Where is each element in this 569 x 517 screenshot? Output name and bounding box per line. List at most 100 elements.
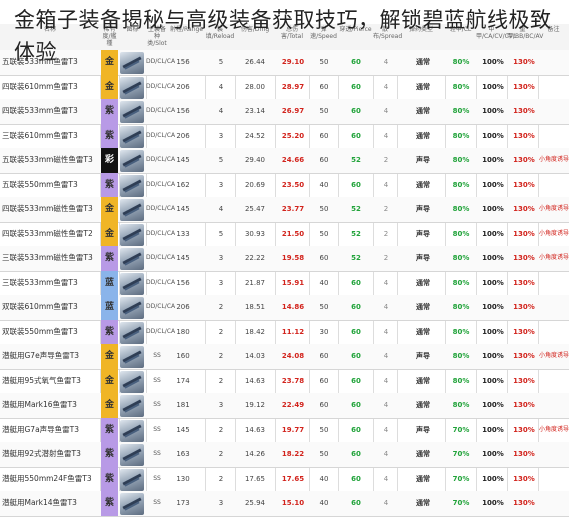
heavy-armor-mod: 130% <box>513 107 535 115</box>
range-value: 130 <box>176 474 190 483</box>
table-row[interactable]: 四联装533mm磁性鱼雷T2 金 DD/CL/CA 133 5 30.93 21.50 50 5… <box>0 221 569 247</box>
equipment-name: 潜艇用Mark16鱼雷T3 <box>2 400 77 409</box>
ammo-type: 通常 <box>416 303 430 311</box>
reload-value: 2 <box>218 425 224 434</box>
speed-value: 50 <box>319 450 329 458</box>
table-row[interactable]: 双联装550mm鱼雷T3 紫 DD/CL/CA 180 2 18.42 11.12 30 60 4… <box>0 319 569 345</box>
heavy-armor-mod: 130% <box>513 450 535 458</box>
speed-value: 40 <box>319 474 329 483</box>
light-armor-mod: 80% <box>452 131 470 140</box>
range-value: 180 <box>176 327 190 336</box>
damage-value: 22.22 <box>244 254 266 262</box>
medium-armor-mod: 100% <box>482 303 504 311</box>
table-row[interactable]: 潜艇用G7a声导鱼雷T3 紫 SS 145 2 14.63 19.77 50 60 4 声导 70% 1… <box>0 417 569 443</box>
torpedo-icon <box>120 297 144 319</box>
medium-armor-mod: 100% <box>482 229 504 238</box>
equipment-name: 双联装610mm鱼雷T3 <box>2 302 78 311</box>
table-row[interactable]: 潜艇用Mark14鱼雷T3 紫 SS 173 3 25.94 15.10 40 60 4 通常 70%… <box>0 491 569 517</box>
rarity-badge: 紫 <box>101 99 118 124</box>
equipment-name: 双联装550mm鱼雷T3 <box>2 326 78 336</box>
table-row[interactable]: 三联装533mm磁性鱼雷T3 紫 DD/CL/CA 145 3 22.22 19.58 60 5… <box>0 246 569 272</box>
heavy-armor-mod: 130% <box>513 82 535 91</box>
pierce-value: 60 <box>351 401 361 409</box>
light-armor-mod: 80% <box>452 229 470 238</box>
table-row[interactable]: 四联装533mm鱼雷T3 紫 DD/CL/CA 156 4 23.14 26.97 50 60 4… <box>0 99 569 125</box>
note <box>538 467 569 492</box>
total-value: 25.20 <box>281 131 305 140</box>
damage-value: 18.51 <box>244 303 266 311</box>
table-row[interactable]: 潜艇用95式氧气鱼雷T3 金 SS 174 2 14.63 23.78 60 60 4 通常 80% 1… <box>0 368 569 394</box>
damage-value: 19.12 <box>244 401 266 409</box>
table-row[interactable]: 五联装550mm鱼雷T3 紫 DD/CL/CA 162 3 20.69 23.50 40 60 4… <box>0 172 569 198</box>
equipment-name: 五联装533mm磁性鱼雷T3 <box>2 155 93 164</box>
equipment-name: 潜艇用G7a声导鱼雷T3 <box>2 424 80 434</box>
spread-value: 4 <box>383 180 389 189</box>
medium-armor-mod: 100% <box>482 278 504 287</box>
ammo-type: 通常 <box>416 474 430 483</box>
reload-value: 4 <box>218 107 224 115</box>
rarity-badge: 彩 <box>101 148 118 173</box>
rarity-badge: 紫 <box>101 466 118 491</box>
speed-value: 50 <box>319 425 329 434</box>
ammo-type: 通常 <box>416 450 430 458</box>
equipment-name: 潜艇用92式潜射鱼雷T3 <box>2 449 81 458</box>
medium-armor-mod: 100% <box>482 254 504 262</box>
ammo-type: 通常 <box>416 131 430 140</box>
equipment-name: 三联装610mm鱼雷T3 <box>2 130 78 140</box>
rarity-badge: 金 <box>101 368 118 393</box>
heavy-armor-mod: 130% <box>513 254 535 262</box>
damage-value: 20.69 <box>244 180 266 189</box>
equipment-name: 四联装533mm磁性鱼雷T3 <box>2 204 93 213</box>
range-value: 145 <box>176 425 190 434</box>
medium-armor-mod: 100% <box>482 401 504 409</box>
table-row[interactable]: 潜艇用G7e声导鱼雷T3 金 SS 160 2 14.03 24.08 60 60 4 声导 80% 1… <box>0 344 569 370</box>
table-row[interactable]: 潜艇用92式潜射鱼雷T3 紫 SS 163 2 14.26 18.22 50 60 4 通常 70% 1… <box>0 442 569 468</box>
light-armor-mod: 70% <box>452 474 470 483</box>
reload-value: 2 <box>218 327 224 336</box>
pierce-value: 60 <box>351 278 361 287</box>
range-value: 206 <box>176 82 190 91</box>
equipment-name: 潜艇用95式氧气鱼雷T3 <box>2 375 81 385</box>
ammo-type: 通常 <box>416 401 430 409</box>
range-value: 145 <box>176 254 190 262</box>
ammo-type: 通常 <box>416 327 430 336</box>
table-row[interactable]: 潜艇用550mm24F鱼雷T3 紫 SS 130 2 17.65 17.65 40 60 4 通常 7… <box>0 466 569 492</box>
pierce-value: 52 <box>351 205 361 213</box>
total-value: 21.50 <box>281 229 305 238</box>
torpedo-icon <box>120 444 144 466</box>
range-value: 156 <box>176 278 190 287</box>
pierce-value: 60 <box>351 131 361 140</box>
article-title: 金箱子装备揭秘与高级装备获取技巧，解锁碧蓝航线极致体验 <box>14 8 552 64</box>
table-row[interactable]: 双联装610mm鱼雷T3 蓝 DD/CL/CA 206 2 18.51 14.86 50 60 4… <box>0 295 569 321</box>
note <box>538 393 569 418</box>
table-row[interactable]: 潜艇用Mark16鱼雷T3 金 SS 181 3 19.12 22.49 60 60 4 通常 80%… <box>0 393 569 419</box>
equipment-name: 三联装533mm磁性鱼雷T3 <box>2 253 93 262</box>
table-row[interactable]: 五联装533mm磁性鱼雷T3 彩 DD/CL/CA 145 5 29.40 24.66 60 5… <box>0 148 569 174</box>
equipment-name: 潜艇用Mark14鱼雷T3 <box>2 498 77 507</box>
total-value: 28.97 <box>281 82 305 91</box>
light-armor-mod: 80% <box>452 205 470 213</box>
torpedo-icon <box>120 76 144 99</box>
rarity-badge: 紫 <box>101 123 118 148</box>
heavy-armor-mod: 130% <box>513 205 535 213</box>
spread-value: 2 <box>383 229 389 238</box>
spread-value: 4 <box>383 499 389 507</box>
rarity-badge: 紫 <box>101 491 118 516</box>
equipment-name: 五联装550mm鱼雷T3 <box>2 179 78 189</box>
equipment-name: 潜艇用550mm24F鱼雷T3 <box>2 473 92 483</box>
heavy-armor-mod: 130% <box>513 474 535 483</box>
table-row[interactable]: 四联装533mm磁性鱼雷T3 金 DD/CL/CA 145 4 25.47 23.77 50 5… <box>0 197 569 223</box>
reload-value: 2 <box>218 474 224 483</box>
table-row[interactable]: 三联装610mm鱼雷T3 紫 DD/CL/CA 206 3 24.52 25.20 60 60 4… <box>0 123 569 149</box>
torpedo-icon <box>120 272 144 295</box>
spread-value: 4 <box>383 278 389 287</box>
table-row[interactable]: 四联装610mm鱼雷T3 金 DD/CL/CA 206 4 28.00 28.97 60 60 4… <box>0 74 569 100</box>
heavy-armor-mod: 130% <box>513 499 535 507</box>
note: 小角度诱导 <box>538 352 569 359</box>
pierce-value: 52 <box>351 156 361 164</box>
pierce-value: 60 <box>351 180 361 189</box>
table-row[interactable]: 三联装533mm鱼雷T3 蓝 DD/CL/CA 156 3 21.87 15.91 40 60 4… <box>0 270 569 296</box>
reload-value: 2 <box>218 376 224 385</box>
note <box>538 369 569 394</box>
reload-value: 3 <box>218 131 224 140</box>
